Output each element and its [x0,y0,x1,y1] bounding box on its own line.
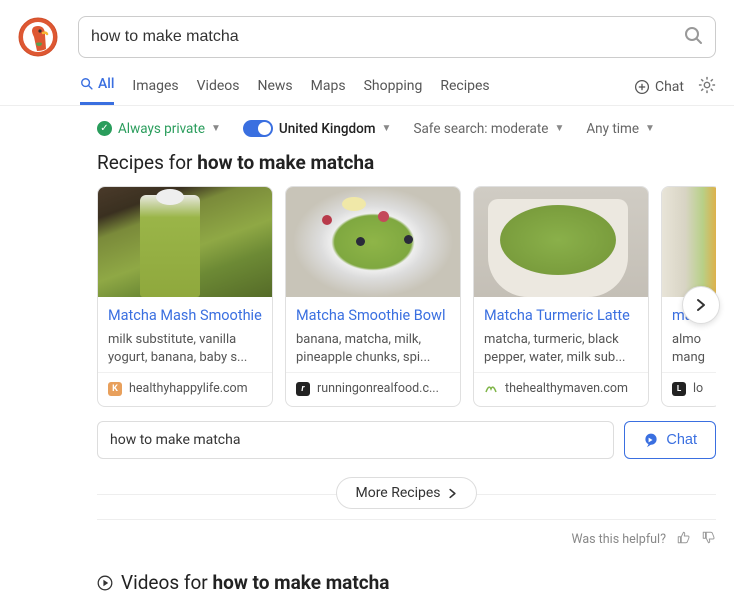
tab-label: Videos [197,78,240,94]
filter-safesearch[interactable]: Safe search: moderate ▼ [413,121,564,137]
feedback-label: Was this helpful? [571,532,666,547]
tab-maps[interactable]: Maps [311,68,346,105]
tab-label: Maps [311,78,346,94]
source-favicon [484,382,498,396]
recipe-card[interactable]: Matcha Mash Smoothie milk substitute, va… [97,186,273,407]
carousel-next-button[interactable] [682,286,720,324]
recipe-title[interactable]: Matcha Turmeric Latte [484,307,638,325]
recipe-cards: Matcha Mash Smoothie milk substitute, va… [97,186,716,407]
tab-recipes[interactable]: Recipes [440,68,489,105]
heading-query: how to make matcha [212,571,389,594]
chevron-right-icon [447,488,458,499]
recipes-heading: Recipes for how to make matcha [97,151,716,174]
recipe-desc: banana, matcha, milk, pineapple chunks, … [296,331,450,366]
more-label: More Recipes [355,485,440,501]
recipe-card[interactable]: Matcha Smoothie Bowl banana, matcha, mil… [285,186,461,407]
recipe-desc: matcha, turmeric, black pepper, water, m… [484,331,638,366]
recipe-title[interactable]: Matcha Mash Smoothie [108,307,262,325]
search-tabs: All Images Videos News Maps Shopping Rec… [80,68,634,105]
chat-icon [643,432,659,448]
check-icon: ✓ [97,121,112,136]
filter-label: Safe search: moderate [413,121,548,137]
more-recipes-button[interactable]: More Recipes [336,477,476,509]
chevron-down-icon: ▼ [382,123,392,134]
heading-prefix: Recipes for [97,151,197,174]
recipe-source: runningonrealfood.c... [317,381,439,396]
chevron-down-icon: ▼ [211,123,221,134]
chevron-down-icon: ▼ [645,123,655,134]
tab-videos[interactable]: Videos [197,68,240,105]
heading-query: how to make matcha [197,151,374,174]
recipe-source: thehealthymaven.com [505,381,628,396]
tab-label: Recipes [440,78,489,94]
tab-label: Shopping [364,78,423,94]
recipe-source: lo [693,381,703,396]
tab-all[interactable]: All [80,68,114,105]
filter-region[interactable]: United Kingdom ▼ [243,120,392,137]
search-bar[interactable] [78,16,716,58]
filter-privacy[interactable]: ✓ Always private ▼ [97,121,221,137]
chat-button-label: Chat [666,432,697,448]
tab-images[interactable]: Images [132,68,178,105]
recipe-desc: almo mang [672,331,710,366]
heading-prefix: Videos for [121,571,212,594]
play-icon [97,575,113,591]
assist-chat-button[interactable]: Chat [624,421,716,459]
chat-label: Chat [655,79,684,95]
tab-label: News [258,78,293,94]
assist-prompt[interactable]: how to make matcha [97,421,614,459]
recipe-source: healthyhappylife.com [129,381,248,396]
source-favicon: K [108,382,122,396]
recipe-thumbnail [286,187,460,297]
chat-plus-icon [634,79,650,95]
tab-shopping[interactable]: Shopping [364,68,423,105]
recipe-thumbnail [474,187,648,297]
thumbs-down-icon[interactable] [701,530,716,549]
search-icon [80,77,94,91]
filter-label: Any time [586,121,639,137]
tab-news[interactable]: News [258,68,293,105]
filter-label: United Kingdom [279,121,376,137]
recipe-desc: milk substitute, vanilla yogurt, banana,… [108,331,262,366]
search-input[interactable] [91,28,683,46]
settings-icon[interactable] [698,76,716,98]
chat-link[interactable]: Chat [634,79,684,95]
recipe-thumbnail [98,187,272,297]
source-favicon: L [672,382,686,396]
chevron-down-icon: ▼ [554,123,564,134]
filter-label: Always private [118,121,205,137]
videos-heading: Videos for how to make matcha [97,571,716,594]
duckduckgo-logo[interactable] [18,17,58,57]
thumbs-up-icon[interactable] [676,530,691,549]
source-favicon: r [296,382,310,396]
filter-time[interactable]: Any time ▼ [586,121,655,137]
recipe-title[interactable]: Matcha Smoothie Bowl [296,307,450,325]
recipe-card[interactable]: Matcha Turmeric Latte matcha, turmeric, … [473,186,649,407]
tab-label: All [98,76,114,92]
chevron-right-icon [694,298,708,312]
search-icon[interactable] [683,25,703,49]
recipe-thumbnail [662,187,716,297]
toggle-switch[interactable] [243,120,273,137]
tab-label: Images [132,78,178,94]
